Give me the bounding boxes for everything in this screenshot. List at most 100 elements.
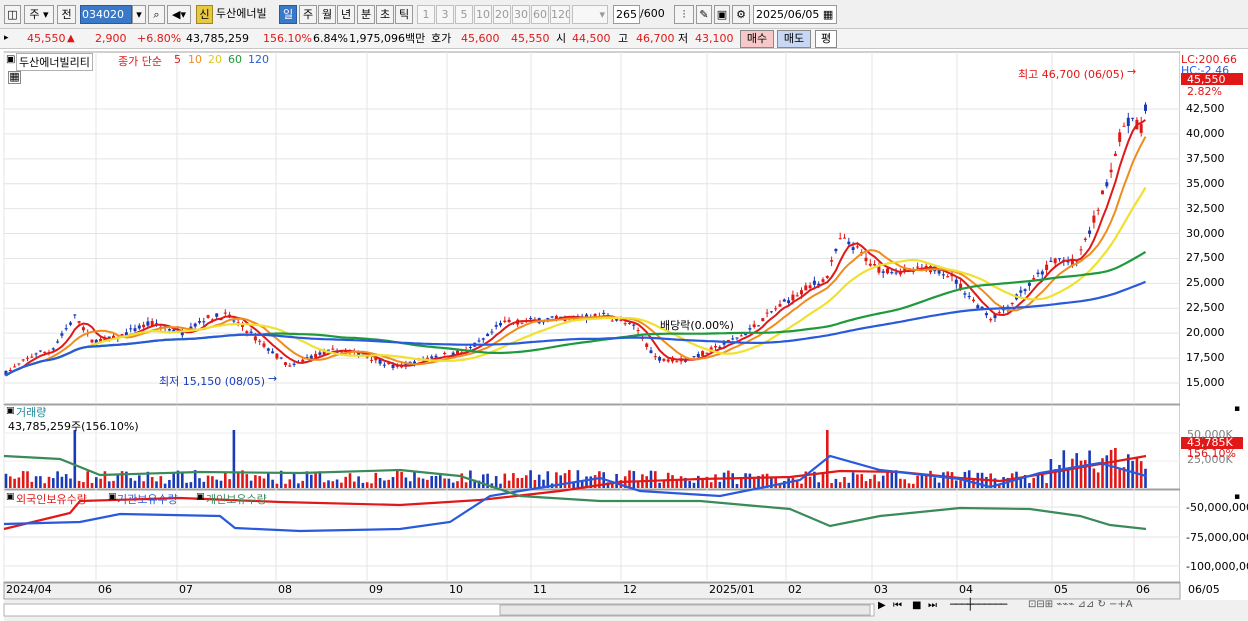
period-second[interactable]: 초: [376, 5, 394, 24]
candle-body: [77, 321, 81, 323]
institution-legend-icon: ▣: [108, 492, 117, 502]
search-icon[interactable]: ⌕: [148, 5, 165, 24]
draw-tool-icon[interactable]: ✎: [696, 5, 712, 24]
volume-bar: [735, 483, 739, 488]
date-input[interactable]: 2025/06/05 ▦: [753, 5, 837, 24]
scroll-right-icon[interactable]: ▶: [878, 600, 886, 611]
date-tick: 06: [1136, 583, 1150, 596]
date-tick: 04: [959, 583, 973, 596]
ma-120-legend: 120: [248, 53, 269, 66]
volume-bar: [731, 473, 734, 488]
code-dropdown-icon[interactable]: ▾: [132, 5, 146, 24]
volume-bar: [155, 481, 158, 488]
save-icon[interactable]: ▣: [714, 5, 730, 24]
candle-body: [202, 321, 206, 323]
interval-1[interactable]: 1: [417, 5, 435, 24]
dividend-annotation: 배당락(0.00%): [660, 319, 734, 332]
candle-body: [60, 333, 64, 336]
candle-body: [864, 257, 868, 262]
panel-menu-icon[interactable]: ▣: [6, 54, 15, 65]
candle-body: [253, 336, 257, 341]
zoom-slider[interactable]: ───┼──────: [950, 598, 1007, 611]
quote-menu-icon[interactable]: ▸: [4, 29, 14, 48]
speaker-icon[interactable]: ◀▾: [167, 5, 191, 24]
candle-body: [847, 241, 851, 245]
period-year[interactable]: 년: [337, 5, 355, 24]
market-select[interactable]: 주 ▾: [24, 5, 54, 24]
rewind-icon[interactable]: ⏮: [893, 600, 902, 611]
candle-body: [774, 308, 778, 310]
volume-bar: [843, 476, 846, 488]
stop-icon[interactable]: ■: [912, 600, 921, 611]
candle-body: [873, 264, 877, 266]
interval-10[interactable]: 10: [474, 5, 492, 24]
stock-code-input[interactable]: 034020: [80, 5, 132, 24]
candle-body: [731, 338, 735, 340]
volume-bar: [929, 470, 932, 488]
candle-body: [90, 339, 94, 343]
candle-body: [769, 311, 773, 313]
period-minute[interactable]: 분: [357, 5, 375, 24]
volume-bar: [413, 472, 416, 488]
eval-button[interactable]: 평: [815, 30, 837, 48]
volume-bar: [456, 481, 459, 488]
holdings-close-icon[interactable]: ▪: [1234, 492, 1240, 502]
holdings-panel-icon[interactable]: ▣: [6, 492, 15, 502]
candle-icon[interactable]: ⫶: [674, 5, 694, 24]
buy-button[interactable]: 매수: [740, 30, 774, 48]
trade-amount: 1,975,096백만: [349, 32, 426, 45]
volume-close-icon[interactable]: ▪: [1234, 404, 1240, 414]
interval-30[interactable]: 30: [512, 5, 530, 24]
individual-holdings-legend: 개인보유수량: [206, 493, 267, 506]
sell-button[interactable]: 매도: [777, 30, 811, 48]
high-arrow-icon: →: [1127, 65, 1137, 78]
high-price: 46,700: [636, 32, 675, 45]
volume-panel-icon[interactable]: ▣: [6, 406, 15, 416]
volume-bar: [383, 480, 386, 488]
volume-bar: [1075, 453, 1078, 488]
view-tools-icon[interactable]: ⊡⊟⊞ ⌁⌁⌁ ⊿⊿ ↻ −+A: [1028, 599, 1133, 610]
candle-body: [739, 335, 743, 337]
open-label: 시: [556, 32, 567, 45]
period-week[interactable]: 주: [299, 5, 317, 24]
period-month[interactable]: 월: [318, 5, 336, 24]
candle-body: [13, 366, 17, 368]
volume-bar: [615, 473, 618, 488]
interval-60[interactable]: 60: [531, 5, 549, 24]
volume-bar: [507, 480, 511, 488]
candle-body: [56, 341, 60, 343]
period-tick[interactable]: 틱: [395, 5, 413, 24]
volume-bar: [258, 476, 261, 488]
candle-body: [701, 351, 705, 356]
volume-bar: [899, 478, 902, 488]
volume-bar: [718, 481, 722, 488]
candle-body: [69, 322, 72, 325]
candle-body: [658, 357, 662, 361]
candle-body: [546, 317, 550, 319]
volume-bar: [138, 475, 141, 488]
candle-body: [757, 325, 760, 327]
volume-bar: [400, 471, 403, 488]
interval-120[interactable]: 120: [550, 5, 570, 24]
interval-3[interactable]: 3: [436, 5, 454, 24]
count-input[interactable]: 265: [613, 5, 640, 24]
forward-icon[interactable]: ⏭: [928, 600, 937, 611]
interval-20[interactable]: 20: [493, 5, 511, 24]
volume-bar: [1092, 468, 1096, 488]
volume-bar: [331, 481, 335, 488]
candle-body: [490, 331, 494, 333]
count-total: /600: [640, 7, 665, 20]
interval-5[interactable]: 5: [455, 5, 473, 24]
volume-bar: [877, 481, 881, 488]
calculator-icon[interactable]: ▦: [8, 71, 21, 84]
candle-body: [142, 324, 146, 328]
settings-gear-icon[interactable]: ⚙: [732, 5, 750, 24]
custom-interval-select[interactable]: ▾: [572, 5, 608, 24]
chart-svg[interactable]: [0, 49, 1248, 621]
prev-button[interactable]: 전: [57, 5, 76, 24]
candle-body: [916, 266, 920, 268]
layout-icon[interactable]: ◫: [4, 5, 21, 24]
volume-bar: [408, 481, 412, 488]
period-day[interactable]: 일: [279, 5, 297, 24]
candle-body: [787, 300, 791, 304]
